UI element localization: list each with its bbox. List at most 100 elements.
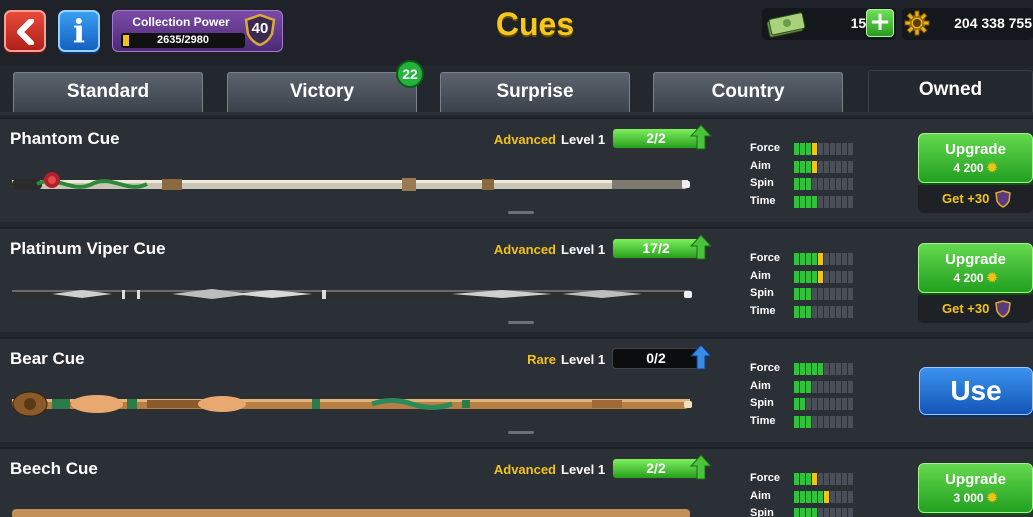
stat-segment <box>836 490 841 503</box>
upgrade-button[interactable]: Upgrade 3 000 ✹ <box>918 463 1033 513</box>
upgrade-button[interactable]: Upgrade 4 200 ✹ <box>918 133 1033 183</box>
stat-bar <box>794 473 853 485</box>
cue-progress-bar: 2/2 <box>612 128 700 149</box>
tab-owned[interactable]: Owned <box>868 70 1033 114</box>
stat-segment <box>800 473 805 485</box>
stat-segment <box>830 363 835 375</box>
stat-segment <box>842 305 847 318</box>
stat-segment <box>842 473 847 485</box>
stat-bar <box>794 195 853 208</box>
stat-segment <box>794 490 799 503</box>
stat-segment <box>806 490 811 503</box>
cue-progress-bar: 0/2 <box>612 348 700 369</box>
shield-icon <box>995 190 1011 208</box>
stat-segment <box>824 415 829 428</box>
cue-row-bear[interactable]: Bear Cue Rare Level 1 0/2 Force Aim Spin… <box>0 337 1033 442</box>
stat-segment <box>800 305 805 318</box>
stat-bar <box>794 178 853 190</box>
get-bonus-button[interactable]: Get +30 <box>918 295 1033 323</box>
stat-segment <box>818 415 823 428</box>
stat-segment <box>806 380 811 393</box>
upgrade-button[interactable]: Upgrade 4 200 ✹ <box>918 243 1033 293</box>
stat-segment <box>836 380 841 393</box>
cue-name: Bear Cue <box>10 349 85 368</box>
cue-progress: 17/2 <box>642 240 670 256</box>
cue-progress-bar: 2/2 <box>612 458 700 479</box>
cue-row-phantom[interactable]: Phantom Cue Advanced Level 1 2/2 Force A… <box>0 117 1033 222</box>
tab-surprise[interactable]: Surprise <box>440 72 630 112</box>
stat-segment <box>800 490 805 503</box>
stat-label: Time <box>750 414 776 427</box>
stat-segment <box>848 380 853 393</box>
cue-level: Level 1 <box>561 132 606 147</box>
stat-segment <box>818 288 823 300</box>
stat-bar <box>794 398 853 410</box>
stat-segment <box>800 178 805 190</box>
stat-segment <box>794 473 799 485</box>
stat-segment <box>824 160 829 173</box>
add-cash-button[interactable]: + <box>866 9 894 37</box>
upgrade-label: Upgrade <box>945 251 1006 268</box>
stat-label: Time <box>750 194 776 207</box>
cue-progress: 0/2 <box>646 350 666 366</box>
cash-icon <box>766 12 806 38</box>
stat-label: Aim <box>750 269 771 282</box>
stat-segment <box>830 473 835 485</box>
stat-segment <box>836 305 841 318</box>
stat-label: Aim <box>750 489 771 502</box>
cue-row-beech[interactable]: Beech Cue Advanced Level 1 2/2 Force Aim… <box>0 447 1033 517</box>
stat-segment <box>800 160 805 173</box>
stat-segment <box>836 178 841 190</box>
stat-segment <box>848 143 853 155</box>
stat-segment <box>818 380 823 393</box>
coin-value: 204 338 755 <box>954 15 1032 31</box>
tab-country[interactable]: Country <box>653 72 843 112</box>
stat-segment <box>836 288 841 300</box>
upgrade-cost: 3 000 ✹ <box>953 490 998 505</box>
stat-segment <box>830 253 835 265</box>
cue-level: Level 1 <box>561 352 606 367</box>
stat-segment <box>836 195 841 208</box>
stat-segment <box>812 160 817 173</box>
stat-label: Force <box>750 252 780 264</box>
cue-image <box>12 509 690 517</box>
stat-segment <box>812 270 817 283</box>
stat-segment <box>848 305 853 318</box>
stat-segment <box>830 143 835 155</box>
stat-segment <box>806 253 811 265</box>
stat-segment <box>800 508 805 517</box>
get-bonus-label: Get +30 <box>942 191 990 206</box>
cue-row-platinum-viper[interactable]: Platinum Viper Cue Advanced Level 1 17/2… <box>0 227 1033 332</box>
stat-segment <box>842 270 847 283</box>
coin-gear-icon: ✹ <box>986 270 998 285</box>
stat-segment <box>830 305 835 318</box>
tab-victory[interactable]: Victory <box>227 72 417 112</box>
upgrade-cost: 4 200 ✹ <box>953 160 998 175</box>
stat-segment <box>794 195 799 208</box>
stat-segment <box>848 253 853 265</box>
stat-segment <box>806 473 811 485</box>
stat-segment <box>848 473 853 485</box>
stat-segment <box>842 160 847 173</box>
stat-segment <box>806 508 811 517</box>
stat-bar <box>794 363 853 375</box>
cue-rarity: Advanced <box>493 462 556 477</box>
stat-segment <box>794 380 799 393</box>
stat-segment <box>830 380 835 393</box>
stat-bar <box>794 508 853 517</box>
tabs-divider <box>0 112 1033 115</box>
stat-segment <box>800 380 805 393</box>
stat-segment <box>836 363 841 375</box>
get-bonus-button[interactable]: Get +30 <box>918 185 1033 213</box>
stat-segment <box>848 508 853 517</box>
use-button[interactable]: Use <box>919 367 1033 415</box>
upgrade-cost: 4 200 ✹ <box>953 270 998 285</box>
stat-segment <box>812 508 817 517</box>
stat-segment <box>848 415 853 428</box>
stat-segment <box>818 398 823 410</box>
stat-segment <box>806 270 811 283</box>
stat-segment <box>842 380 847 393</box>
tab-standard[interactable]: Standard <box>13 72 203 112</box>
stat-segment <box>812 398 817 410</box>
stat-segment <box>830 288 835 300</box>
